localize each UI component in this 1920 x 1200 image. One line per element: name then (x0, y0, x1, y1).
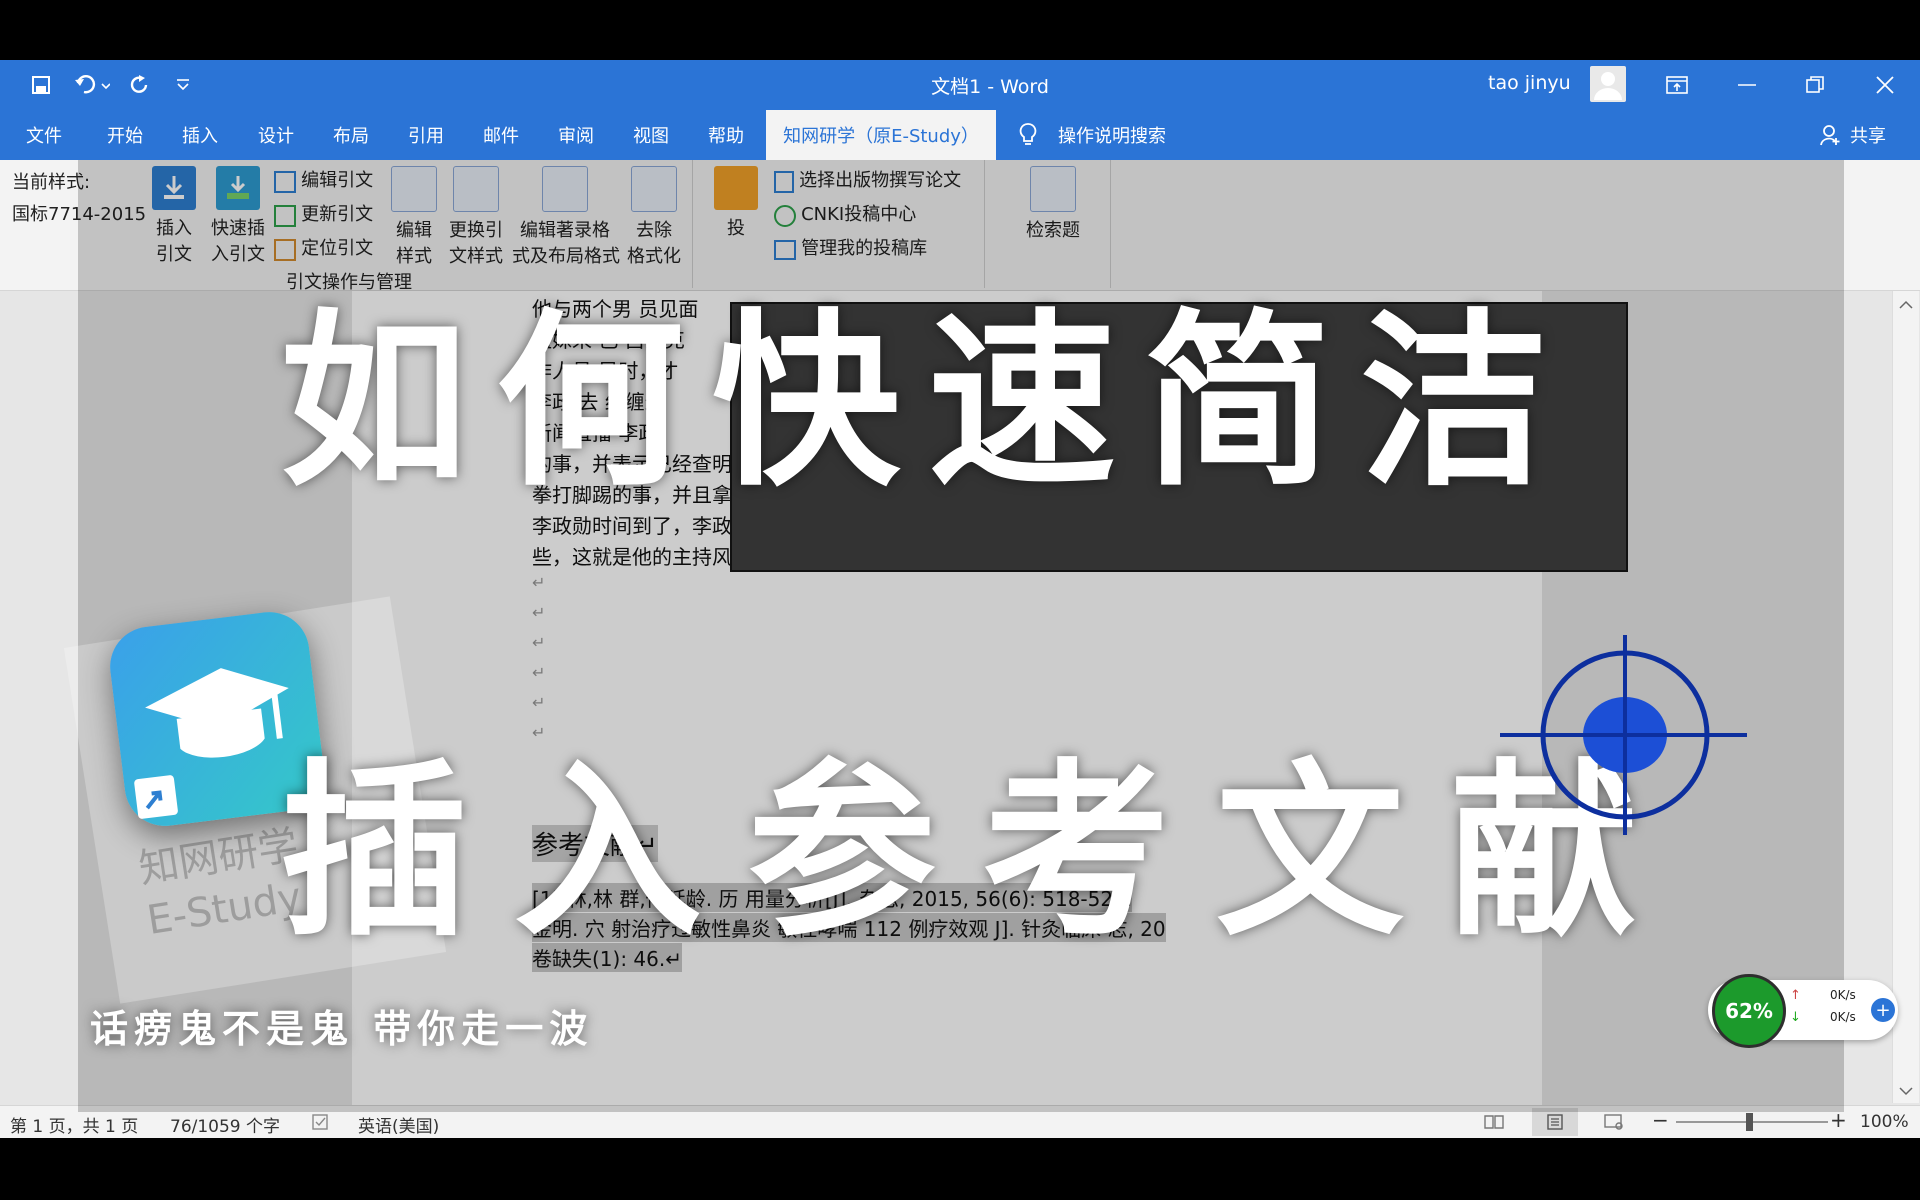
user-name[interactable]: tao jinyu (1488, 72, 1571, 94)
ribbon-display-options-icon[interactable] (1648, 66, 1706, 104)
web-layout-icon[interactable] (1604, 1114, 1624, 1134)
tab-home[interactable]: 开始 (107, 122, 143, 148)
share-icon[interactable] (1820, 124, 1842, 150)
title-bar: 文档1 - Word tao jinyu (0, 60, 1920, 110)
upload-arrow-icon: ↑ (1790, 988, 1801, 1003)
word-count[interactable]: 76/1059 个字 (170, 1112, 280, 1137)
tab-mailings[interactable]: 邮件 (483, 122, 519, 148)
redo-icon[interactable] (125, 70, 155, 100)
tab-references[interactable]: 引用 (408, 122, 444, 148)
undo-icon[interactable] (70, 70, 114, 100)
tell-me-search[interactable]: 操作说明搜索 (1058, 122, 1166, 148)
save-icon[interactable] (26, 70, 56, 100)
tab-view[interactable]: 视图 (633, 122, 669, 148)
page-count[interactable]: 第 1 页，共 1 页 (10, 1112, 138, 1137)
tab-layout[interactable]: 布局 (333, 122, 369, 148)
download-arrow-icon: ↓ (1790, 1010, 1801, 1025)
tab-insert[interactable]: 插入 (182, 122, 218, 148)
share-button[interactable]: 共享 (1850, 122, 1886, 148)
proofing-icon[interactable] (312, 1114, 330, 1134)
crosshair-target-icon (1500, 620, 1760, 854)
cpu-percent: 62% (1712, 974, 1786, 1048)
plus-icon[interactable]: + (1871, 998, 1895, 1022)
upload-speed: 0K/s (1830, 988, 1856, 1002)
lightbulb-icon (1018, 122, 1038, 152)
top-letterbox (0, 0, 1920, 60)
avatar[interactable] (1590, 66, 1626, 102)
tab-review[interactable]: 审阅 (558, 122, 594, 148)
language[interactable]: 英语(美国) (358, 1112, 439, 1137)
tab-design[interactable]: 设计 (258, 122, 294, 148)
tab-e-study[interactable]: 知网研学（原E-Study） (766, 110, 996, 160)
bottom-letterbox (0, 1138, 1920, 1200)
read-mode-icon[interactable] (1484, 1114, 1504, 1134)
minimize-icon[interactable] (1718, 66, 1776, 104)
headline-secondary: 插入参考文献 (280, 743, 1684, 962)
window-title: 文档1 - Word (931, 76, 1049, 98)
video-caption: 话痨鬼不是鬼 带你走一波 (90, 1007, 594, 1051)
print-layout-icon[interactable] (1532, 1108, 1578, 1136)
scroll-up-icon[interactable] (1899, 295, 1913, 314)
tab-file[interactable]: 文件 (26, 122, 62, 148)
tab-help[interactable]: 帮助 (708, 122, 744, 148)
customize-quick-access-icon[interactable] (168, 70, 198, 100)
restore-icon[interactable] (1786, 66, 1844, 104)
ribbon-tabs: 文件 开始 插入 设计 布局 引用 邮件 审阅 视图 帮助 知网研学（原E-St… (0, 110, 1920, 160)
scroll-down-icon[interactable] (1899, 1081, 1913, 1100)
close-icon[interactable] (1856, 66, 1914, 104)
zoom-level[interactable]: 100% (1860, 1112, 1909, 1132)
network-speed-widget[interactable]: 62% ↑ ↓ 0K/s 0K/s + (1708, 974, 1898, 1048)
zoom-slider-thumb[interactable] (1746, 1113, 1753, 1131)
download-speed: 0K/s (1830, 1010, 1856, 1024)
word-window: 文档1 - Word tao jinyu 文件 开始 插入 设计 布局 引用 邮… (0, 60, 1920, 1138)
headline-primary: 如何快速简洁 (280, 293, 1576, 512)
zoom-slider[interactable] (1676, 1113, 1828, 1131)
